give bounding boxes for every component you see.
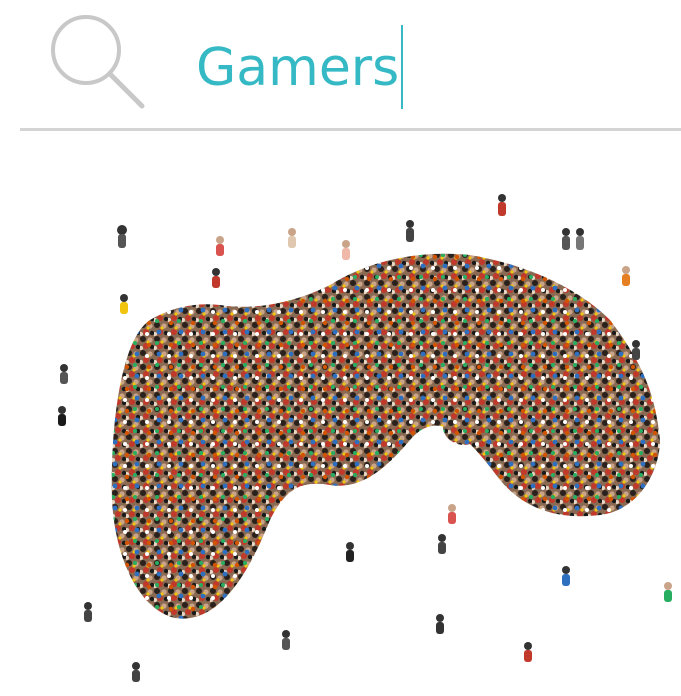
search-icon[interactable] [44,10,148,110]
crowd-controller-image [58,194,672,682]
search-input[interactable]: Gamers [196,25,666,109]
search-bar: Gamers [0,0,681,132]
search-divider [20,128,681,131]
search-query: Gamers [196,38,400,98]
text-caret [401,25,404,109]
